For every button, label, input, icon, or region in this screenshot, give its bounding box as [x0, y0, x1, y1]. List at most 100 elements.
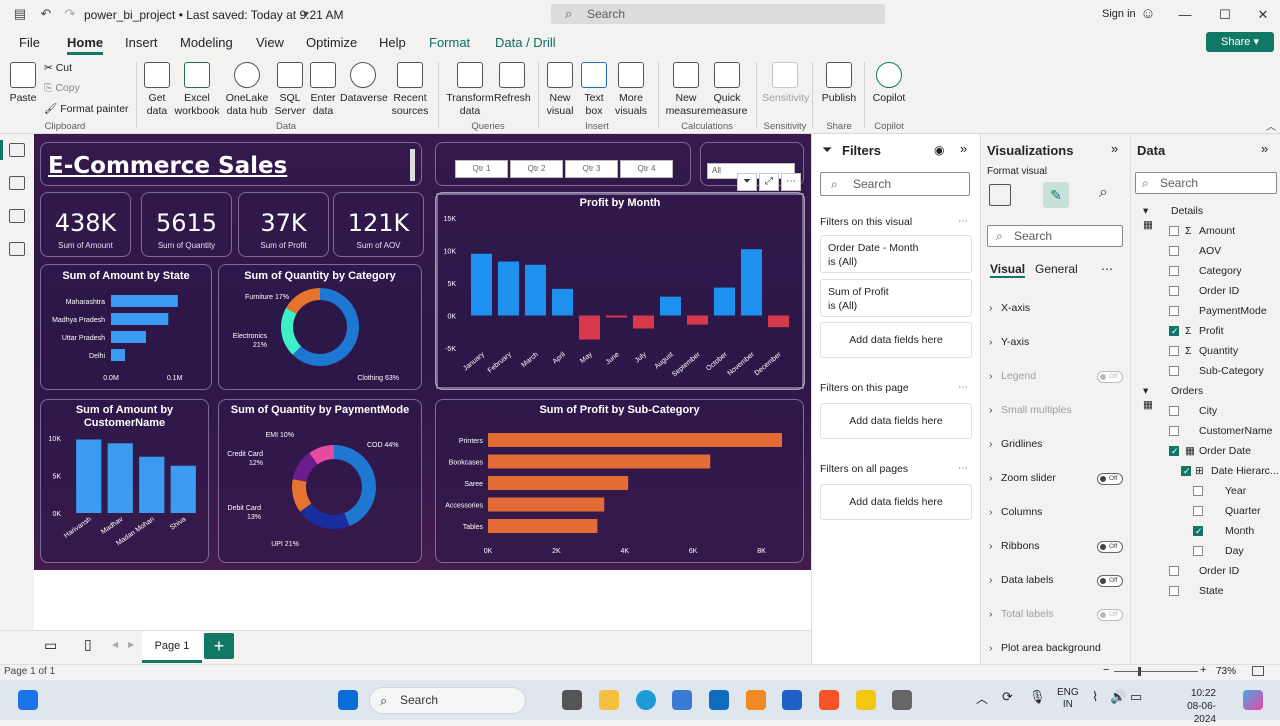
chart-amount-by-customer[interactable]: Sum of Amount by CustomerName 10K 5K 0K Har… — [40, 399, 209, 563]
excel-workbook-button[interactable]: Excel workbook — [174, 62, 220, 118]
format-painter-button[interactable]: 🖌 Format painter — [44, 102, 129, 115]
next-page-icon[interactable]: ▶ — [128, 640, 134, 649]
chart-profit-by-subcategory[interactable]: Sum of Profit by Sub-Category Printers Bo… — [435, 399, 804, 563]
zoom-out-icon[interactable]: − — [1103, 664, 1109, 676]
get-data-button[interactable]: Get data — [140, 62, 174, 118]
eye-icon[interactable]: ◉ — [934, 143, 944, 157]
save-icon[interactable]: ▤ — [12, 6, 28, 22]
zoom-level[interactable]: 73% — [1216, 666, 1236, 677]
add-report-filter-dropzone[interactable]: Add data fields here — [820, 484, 972, 520]
toggle-switch[interactable]: Off — [1097, 609, 1123, 621]
collapse-pane-icon[interactable]: » — [1111, 141, 1118, 156]
widgets-icon[interactable] — [18, 690, 38, 710]
zoom-thumb[interactable] — [1138, 667, 1141, 676]
field-checkbox[interactable] — [1169, 286, 1179, 296]
maximize-icon[interactable]: ☐ — [1215, 5, 1235, 25]
field-checkbox[interactable] — [1193, 486, 1203, 496]
format-visual-icon[interactable]: ✎ — [1043, 182, 1069, 208]
table-view-icon[interactable] — [9, 176, 25, 190]
report-view-icon[interactable] — [9, 143, 25, 157]
field-checkbox[interactable] — [1169, 586, 1179, 596]
battery-icon[interactable]: ▭ — [1130, 689, 1142, 705]
menu-optimize[interactable]: Optimize — [306, 35, 357, 50]
menu-format[interactable]: Format — [429, 35, 470, 50]
dax-query-icon[interactable] — [9, 242, 25, 256]
filter-card-order-date[interactable]: Order Date - Month is (All) — [820, 235, 972, 273]
new-visual-button[interactable]: New visual — [544, 62, 576, 118]
chevron-up-icon[interactable]: ︿ — [976, 690, 988, 707]
toggle-switch[interactable]: Off — [1097, 473, 1123, 485]
more-options-icon[interactable]: ⋯ — [958, 216, 968, 227]
volume-icon[interactable]: 🔊 — [1110, 689, 1126, 705]
filter-icon[interactable]: ⏷ — [737, 173, 757, 191]
format-section-gridlines[interactable]: › Gridlines — [989, 438, 1042, 450]
tab-visual[interactable]: Visual — [990, 262, 1026, 278]
chart-quantity-by-paymentmode[interactable]: Sum of Quantity by PaymentMode COD 44% UP… — [218, 399, 422, 563]
collapse-pane-icon[interactable]: » — [1261, 141, 1268, 156]
slicer-qtr-3[interactable]: Qtr 3 — [565, 160, 618, 178]
field-checkbox[interactable] — [1169, 426, 1179, 436]
language-indicator[interactable]: ENG IN — [1057, 687, 1079, 711]
mail-icon[interactable] — [709, 690, 729, 710]
taskbar-search[interactable]: ⌕ Search — [369, 687, 526, 714]
quick-measure-button[interactable]: Quick measure — [706, 62, 748, 118]
title-card[interactable]: E-Commerce Sales — [40, 142, 422, 186]
sign-in-link[interactable]: Sign in — [1102, 8, 1136, 20]
data-search-input[interactable]: ⌕ Search — [1135, 172, 1277, 194]
add-page-filter-dropzone[interactable]: Add data fields here — [820, 403, 972, 439]
filter-card-profit[interactable]: Sum of Profit is (All) — [820, 279, 972, 317]
start-icon[interactable] — [338, 690, 358, 710]
field-checkbox[interactable] — [1181, 464, 1191, 478]
field-checkbox[interactable] — [1169, 406, 1179, 416]
paste-button[interactable]: Paste — [8, 62, 38, 105]
title-search-box[interactable]: ⌕ Search — [551, 4, 885, 24]
undo-icon[interactable]: ↶ — [38, 6, 54, 22]
slicer-qtr-2[interactable]: Qtr 2 — [510, 160, 563, 178]
zoom-in-icon[interactable]: + — [1200, 664, 1206, 676]
snipping-tool-icon[interactable] — [892, 690, 912, 710]
build-visual-icon[interactable] — [989, 184, 1011, 206]
slicer-qtr-4[interactable]: Qtr 4 — [620, 160, 673, 178]
menu-home[interactable]: Home — [67, 35, 104, 55]
format-section-legend[interactable]: › Legend — [989, 370, 1036, 382]
sync-icon[interactable]: ⟳ — [1002, 689, 1013, 705]
menu-file[interactable]: File — [19, 35, 40, 50]
minimize-icon[interactable]: — — [1175, 5, 1195, 25]
field-checkbox[interactable] — [1193, 506, 1203, 516]
field-checkbox[interactable] — [1169, 226, 1179, 236]
edge-icon[interactable] — [636, 690, 656, 710]
format-section-y-axis[interactable]: › Y-axis — [989, 336, 1029, 348]
chevron-down-icon[interactable]: ▼ — [298, 6, 314, 22]
close-icon[interactable]: ✕ — [1253, 5, 1273, 25]
dataverse-button[interactable]: Dataverse — [340, 62, 388, 105]
menu-help[interactable]: Help — [379, 35, 406, 50]
menu-modeling[interactable]: Modeling — [180, 35, 233, 50]
store-icon[interactable] — [672, 690, 692, 710]
format-section-ribbons[interactable]: › Ribbons — [989, 540, 1040, 552]
copy-button[interactable]: ⎘ Copy — [44, 82, 80, 95]
file-explorer-icon[interactable] — [599, 690, 619, 710]
new-measure-button[interactable]: New measure — [664, 62, 708, 118]
toggle-switch[interactable]: Off — [1097, 371, 1123, 383]
cut-button[interactable]: ✂ Cut — [44, 62, 72, 74]
model-view-icon[interactable] — [9, 209, 25, 223]
format-section-zoom-slider[interactable]: › Zoom slider — [989, 472, 1056, 484]
task-view-icon[interactable] — [562, 690, 582, 710]
redo-icon[interactable]: ↷ — [62, 6, 78, 22]
text-box-button[interactable]: Text box — [578, 62, 610, 118]
format-section-columns[interactable]: › Columns — [989, 506, 1042, 518]
field-checkbox[interactable] — [1169, 306, 1179, 316]
onelake-button[interactable]: OneLake data hub — [222, 62, 272, 118]
field-checkbox[interactable] — [1169, 366, 1179, 376]
refresh-button[interactable]: Refresh — [494, 62, 531, 105]
add-visual-filter-dropzone[interactable]: Add data fields here — [820, 322, 972, 358]
slicer-qtr-1[interactable]: Qtr 1 — [455, 160, 508, 178]
transform-data-button[interactable]: Transform data — [446, 62, 494, 118]
chart-profit-by-month[interactable]: Profit by Month 15K 10K 5K 0K -5K January Febr… — [435, 192, 805, 390]
kpi-card-amount[interactable]: 438K Sum of Amount — [40, 192, 131, 257]
more-visuals-button[interactable]: More visuals — [612, 62, 650, 118]
recent-sources-button[interactable]: Recent sources — [388, 62, 432, 118]
add-page-button[interactable]: + — [204, 633, 234, 659]
focus-mode-icon[interactable]: ⤢ — [759, 173, 779, 191]
toggle-switch[interactable]: Off — [1097, 575, 1123, 587]
